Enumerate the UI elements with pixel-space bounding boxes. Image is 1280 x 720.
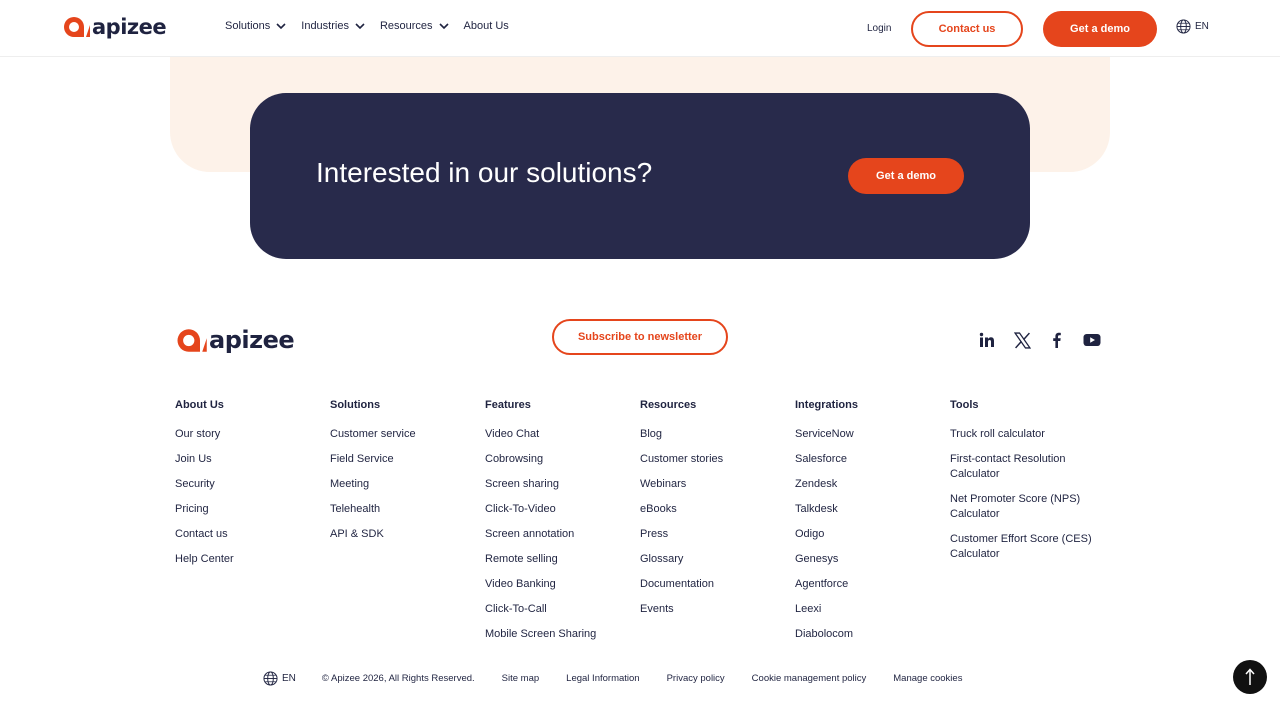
footer-link[interactable]: Field Service <box>330 452 480 467</box>
nav-label: Solutions <box>225 20 271 32</box>
chevron-down-icon <box>438 22 449 29</box>
footer-link[interactable]: Screen sharing <box>485 477 635 492</box>
column-title: About Us <box>175 399 224 411</box>
contact-us-button[interactable]: Contact us <box>911 11 1023 47</box>
copyright-text: © Apizee 2026, All Rights Reserved. <box>321 673 475 684</box>
footer-column-features: Features Video Chat Cobrowsing Screen sh… <box>485 399 635 652</box>
footer-link[interactable]: API & SDK <box>330 527 480 542</box>
footer-link[interactable]: Press <box>640 527 790 542</box>
column-title: Integrations <box>795 399 858 411</box>
footer-link[interactable]: Telehealth <box>330 502 480 517</box>
logo-wordmark: apizee <box>92 15 167 39</box>
footer-link[interactable]: Blog <box>640 427 790 442</box>
get-a-demo-button[interactable]: Get a demo <box>1043 11 1157 47</box>
footer-link[interactable]: Video Chat <box>485 427 635 442</box>
footer-link[interactable]: Zendesk <box>795 477 945 492</box>
footer-link[interactable]: Remote selling <box>485 552 635 567</box>
nav-solutions[interactable]: Solutions <box>225 20 286 32</box>
globe-icon <box>263 671 278 686</box>
footer-column-integrations: Integrations ServiceNow Salesforce Zende… <box>795 399 945 652</box>
nav-about-us[interactable]: About Us <box>464 20 509 32</box>
footer-link[interactable]: Webinars <box>640 477 790 492</box>
footer-link[interactable]: eBooks <box>640 502 790 517</box>
site-map-link[interactable]: Site map <box>502 673 540 684</box>
footer-link[interactable]: Odigo <box>795 527 945 542</box>
apizee-logo-mark-icon <box>177 328 207 352</box>
footer-link[interactable]: Meeting <box>330 477 480 492</box>
linkedin-icon[interactable] <box>978 331 996 349</box>
footer-link[interactable]: Customer service <box>330 427 480 442</box>
cta-banner: Interested in our solutions? Get a demo <box>250 93 1030 259</box>
footer-link[interactable]: Salesforce <box>795 452 945 467</box>
footer-link[interactable]: Diabolocom <box>795 627 945 642</box>
footer-apizee-logo[interactable]: apizee <box>175 326 295 354</box>
chevron-down-icon <box>276 22 286 29</box>
youtube-icon[interactable] <box>1083 331 1101 349</box>
footer-link[interactable]: Click-To-Video <box>485 502 635 517</box>
nav-label: Industries <box>301 20 349 32</box>
cta-get-a-demo-button[interactable]: Get a demo <box>848 158 964 194</box>
footer-column-tools: Tools Truck roll calculator First-contac… <box>950 399 1110 572</box>
arrow-up-icon <box>1245 668 1255 685</box>
language-code: EN <box>282 673 296 684</box>
scroll-to-top-button[interactable] <box>1233 660 1267 694</box>
login-link[interactable]: Login <box>867 23 891 34</box>
column-title: Resources <box>640 399 697 411</box>
footer-link[interactable]: Help Center <box>175 552 325 567</box>
column-title: Features <box>485 399 531 411</box>
footer-link[interactable]: Click-To-Call <box>485 602 635 617</box>
footer-link[interactable]: Security <box>175 477 325 492</box>
footer-language-selector[interactable]: EN <box>263 671 296 686</box>
footer-link[interactable]: Glossary <box>640 552 790 567</box>
logo-wordmark: apizee <box>209 326 295 354</box>
language-code: EN <box>1195 21 1209 32</box>
apizee-logo[interactable]: apizee <box>62 15 167 39</box>
manage-cookies-link[interactable]: Manage cookies <box>893 673 962 684</box>
nav-industries[interactable]: Industries <box>301 20 365 32</box>
social-links <box>978 331 1101 349</box>
footer-column-about-us: About Us Our story Join Us Security Pric… <box>175 399 325 577</box>
footer-link[interactable]: Events <box>640 602 790 617</box>
footer-link[interactable]: Join Us <box>175 452 325 467</box>
footer-link[interactable]: ServiceNow <box>795 427 945 442</box>
x-icon[interactable] <box>1013 331 1031 349</box>
footer-link[interactable]: Customer Effort Score (CES) Calculator <box>950 532 1110 562</box>
language-selector[interactable]: EN <box>1176 19 1209 34</box>
cta-title: Interested in our solutions? <box>316 157 653 188</box>
nav-resources[interactable]: Resources <box>380 20 449 32</box>
footer-link[interactable]: Pricing <box>175 502 325 517</box>
main-nav: Solutions Industries Resources About Us <box>225 20 524 32</box>
footer-link[interactable]: Truck roll calculator <box>950 427 1110 442</box>
nav-label: Resources <box>379 20 433 32</box>
footer-bottom-bar: EN © Apizee 2026, All Rights Reserved. S… <box>263 671 989 686</box>
footer-link[interactable]: First-contact Resolution Calculator <box>950 452 1110 482</box>
footer-link[interactable]: Video Banking <box>485 577 635 592</box>
footer-link[interactable]: Leexi <box>795 602 945 617</box>
footer-column-solutions: Solutions Customer service Field Service… <box>330 399 480 552</box>
cookie-management-policy-link[interactable]: Cookie management policy <box>752 673 867 684</box>
column-title: Tools <box>950 399 979 411</box>
footer-link[interactable]: Contact us <box>175 527 325 542</box>
footer-link[interactable]: Documentation <box>640 577 790 592</box>
footer-link[interactable]: Customer stories <box>640 452 790 467</box>
privacy-policy-link[interactable]: Privacy policy <box>667 673 725 684</box>
subscribe-newsletter-button[interactable]: Subscribe to newsletter <box>552 319 728 355</box>
globe-icon <box>1176 19 1191 34</box>
footer-link[interactable]: Talkdesk <box>795 502 945 517</box>
site-header: apizee Solutions Industries Resources Ab… <box>0 0 1280 57</box>
footer-link[interactable]: Mobile Screen Sharing <box>485 627 635 642</box>
nav-label: About Us <box>463 20 509 32</box>
footer-link[interactable]: Genesys <box>795 552 945 567</box>
chevron-down-icon <box>355 22 365 29</box>
apizee-logo-mark-icon <box>64 17 90 37</box>
footer-link[interactable]: Agentforce <box>795 577 945 592</box>
footer-column-resources: Resources Blog Customer stories Webinars… <box>640 399 790 627</box>
facebook-icon[interactable] <box>1048 331 1066 349</box>
footer-link[interactable]: Cobrowsing <box>485 452 635 467</box>
column-title: Solutions <box>330 399 381 411</box>
footer-link[interactable]: Screen annotation <box>485 527 635 542</box>
legal-information-link[interactable]: Legal Information <box>566 673 639 684</box>
footer-link[interactable]: Our story <box>175 427 325 442</box>
footer-link[interactable]: Net Promoter Score (NPS) Calculator <box>950 492 1110 522</box>
